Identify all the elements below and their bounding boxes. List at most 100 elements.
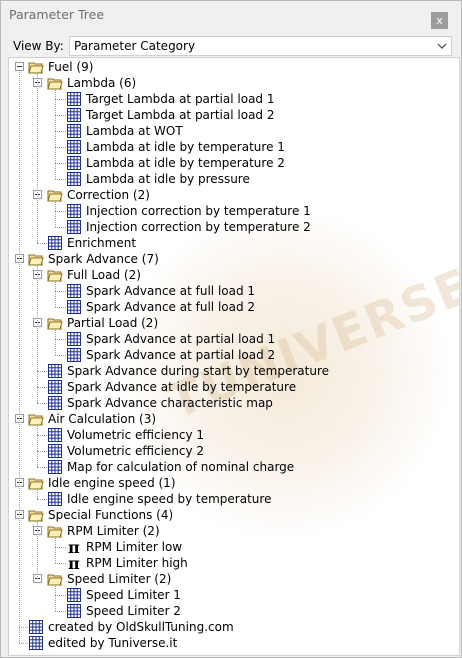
tree-node-label: Special Functions (4) bbox=[48, 508, 174, 522]
tree-connector-line bbox=[55, 88, 56, 179]
tree-node-label: Air Calculation (3) bbox=[48, 412, 157, 426]
tree-connector-line bbox=[55, 536, 56, 563]
tree-leaf-node[interactable]: Spark Advance at full load 1 bbox=[9, 283, 449, 299]
table-map-icon bbox=[47, 235, 63, 251]
tree-leaf-node[interactable]: Volumetric efficiency 2 bbox=[9, 443, 449, 459]
tree-folder-node[interactable]: Idle engine speed (1) bbox=[9, 475, 449, 491]
table-map-icon bbox=[66, 123, 82, 139]
tree-leaf-node[interactable]: Speed Limiter 1 bbox=[9, 587, 449, 603]
tree-node-label: Spark Advance (7) bbox=[48, 252, 159, 266]
tree-leaf-node[interactable]: Volumetric efficiency 1 bbox=[9, 427, 449, 443]
tree-connector-line bbox=[55, 595, 66, 596]
open-folder-icon bbox=[28, 475, 44, 491]
view-by-select[interactable]: Parameter Category bbox=[69, 36, 452, 56]
tree-connector-line bbox=[37, 264, 38, 403]
tree-folder-node[interactable]: Full Load (2) bbox=[9, 267, 449, 283]
tree-folder-node[interactable]: Fuel (9) bbox=[9, 59, 449, 75]
tree-leaf-node[interactable]: Map for calculation of nominal charge bbox=[9, 459, 449, 475]
tree-connector-line bbox=[37, 435, 47, 436]
tree-leaf-node[interactable]: π RPM Limiter low bbox=[9, 538, 449, 557]
open-folder-icon bbox=[28, 251, 44, 267]
tree-leaf-node[interactable]: Enrichment bbox=[9, 235, 449, 251]
tree-folder-node[interactable]: Spark Advance (7) bbox=[9, 251, 449, 267]
table-map-icon bbox=[28, 619, 44, 635]
parameter-tree-panel: Parameter Tree x View By: Parameter Cate… bbox=[0, 0, 462, 658]
tree-connector-line bbox=[55, 147, 66, 148]
tree-leaf-node[interactable]: Lambda at idle by pressure bbox=[9, 171, 449, 187]
svg-text:π: π bbox=[68, 539, 80, 555]
tree-folder-node[interactable]: Lambda (6) bbox=[9, 75, 449, 91]
tree-connector-line bbox=[55, 211, 66, 212]
tree-connector-line bbox=[55, 200, 56, 227]
table-map-icon bbox=[66, 283, 82, 299]
tree-connector-line bbox=[37, 499, 47, 500]
close-icon[interactable]: x bbox=[431, 12, 448, 29]
tree-node-label: Spark Advance at idle by temperature bbox=[67, 380, 297, 394]
tree-connector-line bbox=[37, 371, 47, 372]
tree-connector-line bbox=[55, 307, 66, 308]
tree-node-label: Map for calculation of nominal charge bbox=[67, 460, 295, 474]
tree-connector-line bbox=[55, 131, 66, 132]
tree-connector-line bbox=[19, 643, 28, 644]
table-map-icon bbox=[66, 603, 82, 619]
table-map-icon bbox=[66, 107, 82, 123]
table-map-icon bbox=[47, 379, 63, 395]
open-folder-icon bbox=[28, 59, 44, 75]
tree-node-label: Correction (2) bbox=[67, 188, 150, 202]
tree-leaf-node[interactable]: Injection correction by temperature 1 bbox=[9, 203, 449, 219]
tree-connector-line bbox=[55, 584, 56, 611]
tree-leaf-node[interactable]: Spark Advance during start by temperatur… bbox=[9, 363, 449, 379]
tree-folder-node[interactable]: Speed Limiter (2) bbox=[9, 571, 449, 587]
svg-text:π: π bbox=[68, 555, 80, 571]
tree-leaf-node[interactable]: Target Lambda at partial load 1 bbox=[9, 91, 449, 107]
tree-node-label: Injection correction by temperature 1 bbox=[86, 204, 311, 218]
tree-node-label: Lambda (6) bbox=[67, 76, 137, 90]
table-map-icon bbox=[47, 363, 63, 379]
tree-connector-line bbox=[37, 467, 47, 468]
tree-connector-line bbox=[37, 387, 47, 388]
tree-connector-line bbox=[55, 179, 66, 180]
tree-folder-node[interactable]: Air Calculation (3) bbox=[9, 411, 449, 427]
tree-connector-line bbox=[37, 520, 38, 579]
open-folder-icon bbox=[28, 411, 44, 427]
tree-folder-node[interactable]: Partial Load (2) bbox=[9, 315, 449, 331]
tree-folder-node[interactable]: Special Functions (4) bbox=[9, 507, 449, 523]
tree-connector-line bbox=[55, 355, 66, 356]
tree-leaf-node[interactable]: Speed Limiter 2 bbox=[9, 603, 449, 619]
tree-leaf-node[interactable]: Target Lambda at partial load 2 bbox=[9, 107, 449, 123]
tree-leaf-node[interactable]: Idle engine speed by temperature bbox=[9, 491, 449, 507]
table-map-icon bbox=[66, 331, 82, 347]
tree-leaf-node[interactable]: Lambda at idle by temperature 2 bbox=[9, 155, 449, 171]
tree-leaf-node[interactable]: edited by Tuniverse.it bbox=[9, 635, 449, 651]
tree-connector-line bbox=[55, 115, 66, 116]
tree-leaf-node[interactable]: Spark Advance at idle by temperature bbox=[9, 379, 449, 395]
tree-node-label: Spark Advance characteristic map bbox=[67, 396, 273, 410]
tree-folder-node[interactable]: RPM Limiter (2) bbox=[9, 523, 449, 539]
collapse-toggle-icon[interactable] bbox=[15, 62, 24, 71]
table-map-icon bbox=[66, 155, 82, 171]
tree-leaf-node[interactable]: created by OldSkullTuning.com bbox=[9, 619, 449, 635]
tree-leaf-node[interactable]: Injection correction by temperature 2 bbox=[9, 219, 449, 235]
tree-connector-line bbox=[55, 280, 56, 307]
tree-leaf-node[interactable]: Spark Advance at partial load 1 bbox=[9, 331, 449, 347]
tree-node-label: Target Lambda at partial load 1 bbox=[86, 92, 275, 106]
tree-connector-line bbox=[37, 243, 47, 244]
tree-leaf-node[interactable]: π RPM Limiter high bbox=[9, 554, 449, 573]
tree-leaf-node[interactable]: Spark Advance at full load 2 bbox=[9, 299, 449, 315]
tree-node-label: RPM Limiter high bbox=[86, 556, 188, 570]
tree-node-label: Enrichment bbox=[67, 236, 137, 250]
tree-leaf-node[interactable]: Spark Advance at partial load 2 bbox=[9, 347, 449, 363]
tree-leaf-node[interactable]: Lambda at WOT bbox=[9, 123, 449, 139]
table-map-icon bbox=[47, 443, 63, 459]
tree-leaf-node[interactable]: Lambda at idle by temperature 1 bbox=[9, 139, 449, 155]
parameter-tree[interactable]: TUNIVERSE Fuel (9) Lambda (6) Target Lambd… bbox=[8, 57, 460, 656]
tree-leaf-node[interactable]: Spark Advance characteristic map bbox=[9, 395, 449, 411]
tree-folder-node[interactable]: Correction (2) bbox=[9, 187, 449, 203]
tree-connector-line bbox=[37, 72, 38, 243]
tree-node-label: Speed Limiter (2) bbox=[67, 572, 172, 586]
tree-connector-line bbox=[55, 339, 66, 340]
tree-node-label: Lambda at idle by temperature 2 bbox=[86, 156, 285, 170]
table-map-icon bbox=[47, 491, 63, 507]
tree-node-label: Idle engine speed (1) bbox=[48, 476, 176, 490]
tree-node-label: Lambda at idle by pressure bbox=[86, 172, 250, 186]
